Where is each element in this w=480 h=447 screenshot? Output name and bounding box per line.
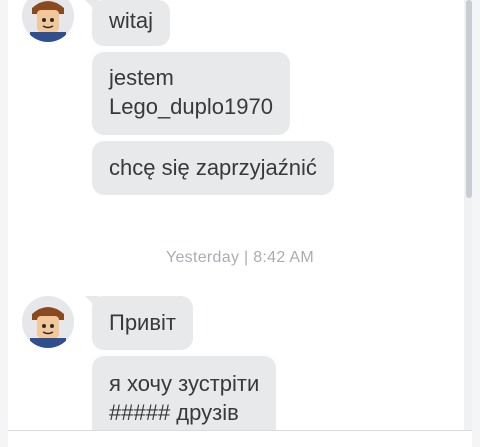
message-text-line: я хочу зустріти bbox=[109, 371, 260, 396]
message-bubble: witaj bbox=[92, 0, 171, 46]
message-text-line: ##### друзів bbox=[109, 400, 239, 425]
message-text: witaj bbox=[109, 8, 154, 33]
message-text-line: Lego_duplo1970 bbox=[109, 94, 273, 119]
chat-panel: witaj jestem Lego_duplo1970 chcę się zap… bbox=[8, 0, 472, 430]
timestamp: Yesterday | 8:42 AM bbox=[165, 249, 315, 266]
message-text: Привіт bbox=[109, 310, 176, 335]
message-input-area[interactable] bbox=[8, 430, 472, 447]
message-bubble: Привіт bbox=[92, 296, 193, 350]
message-bubble: я хочу зустріти ##### друзів bbox=[92, 356, 277, 430]
message-text: chcę się zaprzyjaźnić bbox=[109, 155, 317, 180]
scrollbar-thumb[interactable] bbox=[466, 0, 472, 198]
avatar-icon[interactable] bbox=[22, 0, 74, 42]
avatar-icon[interactable] bbox=[22, 296, 74, 348]
message-text-line: jestem bbox=[109, 65, 174, 90]
message-bubble: chcę się zaprzyjaźnić bbox=[92, 141, 334, 195]
message-bubble: jestem Lego_duplo1970 bbox=[92, 52, 290, 135]
scrollbar[interactable] bbox=[464, 0, 472, 430]
